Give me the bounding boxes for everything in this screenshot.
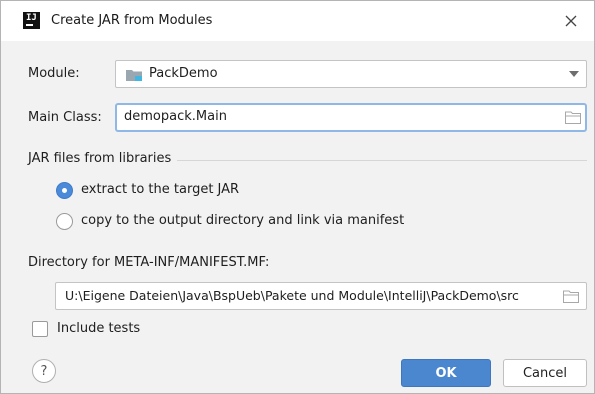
create-jar-dialog: IJ Create JAR from Modules Module: PackD… [0, 0, 595, 394]
help-button[interactable]: ? [32, 359, 56, 383]
radio-copy-link-label: copy to the output directory and link vi… [81, 213, 405, 228]
close-button[interactable] [557, 7, 585, 35]
radio-extract[interactable] [56, 182, 73, 199]
module-value: PackDemo [149, 66, 218, 81]
module-folder-icon [126, 70, 142, 81]
close-icon [565, 15, 577, 27]
libraries-group-title: JAR files from libraries [28, 151, 172, 166]
include-tests-label: Include tests [57, 321, 141, 336]
ok-button[interactable]: OK [401, 359, 491, 387]
group-separator [177, 160, 587, 161]
title-bar: IJ Create JAR from Modules [1, 1, 594, 41]
manifest-dir-input[interactable]: U:\Eigene Dateien\Java\BspUeb\Pakete und… [55, 282, 587, 310]
cancel-button[interactable]: Cancel [503, 359, 587, 387]
chevron-down-icon [569, 71, 579, 77]
include-tests-checkbox[interactable] [32, 321, 48, 337]
main-class-value: demopack.Main [124, 109, 227, 124]
intellij-logo-icon: IJ [23, 12, 40, 29]
folder-browse-icon[interactable] [565, 111, 581, 124]
main-class-label: Main Class: [28, 110, 102, 125]
radio-extract-label: extract to the target JAR [81, 182, 240, 197]
help-icon: ? [40, 363, 48, 379]
module-label: Module: [28, 66, 80, 81]
manifest-dir-label: Directory for META-INF/MANIFEST.MF: [28, 255, 270, 270]
folder-browse-icon[interactable] [563, 290, 579, 303]
manifest-dir-value: U:\Eigene Dateien\Java\BspUeb\Pakete und… [65, 288, 519, 303]
radio-copy-link[interactable] [56, 213, 73, 230]
dialog-title: Create JAR from Modules [51, 13, 213, 28]
main-class-input[interactable]: demopack.Main [115, 103, 587, 132]
module-combobox[interactable]: PackDemo [115, 60, 587, 88]
